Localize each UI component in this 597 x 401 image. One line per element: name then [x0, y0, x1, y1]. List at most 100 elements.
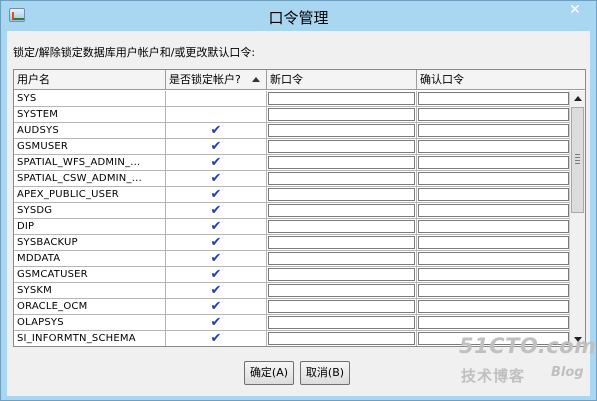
table-row[interactable]: SPATIAL_WFS_ADMIN_... ✔ — [14, 155, 570, 171]
table-row[interactable]: SYSDG ✔ — [14, 203, 570, 219]
table-row[interactable]: MDDATA ✔ — [14, 251, 570, 267]
table-row[interactable]: APEX_PUBLIC_USER ✔ — [14, 187, 570, 203]
confirm-password-field[interactable] — [418, 140, 569, 153]
column-header-locked[interactable]: 是否锁定帐户? — [166, 70, 267, 90]
user-name-cell: ORACLE_OCM — [14, 299, 166, 315]
new-password-field[interactable] — [268, 236, 415, 249]
user-name-cell: SYSKM — [14, 283, 166, 299]
table-row[interactable]: SYSBACKUP ✔ — [14, 235, 570, 251]
new-password-cell — [267, 331, 417, 346]
table-row[interactable]: SYSTEM — [14, 107, 570, 123]
new-password-field[interactable] — [268, 188, 415, 201]
confirm-password-field[interactable] — [418, 172, 569, 185]
new-password-cell — [267, 91, 417, 107]
confirm-password-field[interactable] — [418, 188, 569, 201]
new-password-field[interactable] — [268, 204, 415, 217]
confirm-password-field[interactable] — [418, 300, 569, 313]
lock-account-cell[interactable]: ✔ — [166, 235, 267, 251]
user-password-table: 用户名 是否锁定帐户? 新口令 确认口令 SYS SYSTEM AUDSYS ✔ GSM… — [13, 69, 586, 347]
lock-account-cell[interactable] — [166, 107, 267, 123]
new-password-field[interactable] — [268, 332, 415, 345]
new-password-field[interactable] — [268, 124, 415, 137]
lock-account-cell[interactable]: ✔ — [166, 299, 267, 315]
table-row[interactable]: SYSKM ✔ — [14, 283, 570, 299]
lock-account-cell[interactable]: ✔ — [166, 171, 267, 187]
confirm-password-field[interactable] — [418, 92, 569, 105]
lock-account-cell[interactable] — [166, 91, 267, 107]
confirm-password-field[interactable] — [418, 236, 569, 249]
vertical-scrollbar[interactable] — [569, 91, 585, 346]
new-password-field[interactable] — [268, 268, 415, 281]
new-password-cell — [267, 203, 417, 219]
checkmark-icon: ✔ — [210, 187, 222, 202]
user-name-cell: AUDSYS — [14, 123, 166, 139]
checkmark-icon: ✔ — [210, 251, 222, 266]
user-name-cell: SYSDG — [14, 203, 166, 219]
table-row[interactable]: SPATIAL_CSW_ADMIN_... ✔ — [14, 171, 570, 187]
ok-button[interactable]: 确定(A) — [244, 361, 294, 385]
lock-account-cell[interactable]: ✔ — [166, 267, 267, 283]
table-row[interactable]: AUDSYS ✔ — [14, 123, 570, 139]
new-password-field[interactable] — [268, 300, 415, 313]
scroll-up-button[interactable] — [570, 91, 585, 106]
window-title: 口令管理 — [268, 9, 329, 27]
checkmark-icon: ✔ — [210, 171, 222, 186]
watermark-main: 51CTO.com — [459, 334, 597, 358]
confirm-password-field[interactable] — [418, 156, 569, 169]
new-password-field[interactable] — [268, 92, 415, 105]
lock-account-cell[interactable]: ✔ — [166, 155, 267, 171]
new-password-field[interactable] — [268, 140, 415, 153]
column-header-user[interactable]: 用户名 — [14, 70, 166, 90]
confirm-password-field[interactable] — [418, 108, 569, 121]
user-name-cell: SYS — [14, 91, 166, 107]
confirm-password-cell — [417, 203, 570, 219]
confirm-password-field[interactable] — [418, 220, 569, 233]
new-password-field[interactable] — [268, 156, 415, 169]
new-password-cell — [267, 219, 417, 235]
lock-account-cell[interactable]: ✔ — [166, 123, 267, 139]
checkmark-icon: ✔ — [210, 299, 222, 314]
confirm-password-cell — [417, 107, 570, 123]
lock-account-cell[interactable]: ✔ — [166, 283, 267, 299]
new-password-field[interactable] — [268, 252, 415, 265]
table-row[interactable]: SYS — [14, 91, 570, 107]
close-button[interactable]: ✕ — [560, 1, 590, 21]
lock-account-cell[interactable]: ✔ — [166, 251, 267, 267]
new-password-field[interactable] — [268, 284, 415, 297]
new-password-field[interactable] — [268, 172, 415, 185]
lock-account-cell[interactable]: ✔ — [166, 203, 267, 219]
column-header-new-password[interactable]: 新口令 — [267, 70, 417, 90]
table-row[interactable]: ORACLE_OCM ✔ — [14, 299, 570, 315]
column-header-locked-label: 是否锁定帐户? — [169, 73, 241, 86]
checkmark-icon: ✔ — [210, 315, 222, 330]
new-password-cell — [267, 187, 417, 203]
column-header-confirm-password[interactable]: 确认口令 — [417, 70, 585, 90]
checkmark-icon: ✔ — [210, 123, 222, 138]
lock-account-cell[interactable]: ✔ — [166, 331, 267, 346]
lock-account-cell[interactable]: ✔ — [166, 219, 267, 235]
confirm-password-field[interactable] — [418, 316, 569, 329]
table-body: SYS SYSTEM AUDSYS ✔ GSMUSER ✔ SPATIAL_WFS_ADMI… — [14, 91, 570, 346]
confirm-password-field[interactable] — [418, 268, 569, 281]
cancel-button[interactable]: 取消(B) — [300, 361, 350, 385]
lock-account-cell[interactable]: ✔ — [166, 187, 267, 203]
table-row[interactable]: OLAPSYS ✔ — [14, 315, 570, 331]
lock-account-cell[interactable]: ✔ — [166, 139, 267, 155]
checkmark-icon: ✔ — [210, 203, 222, 218]
table-row[interactable]: GSMCATUSER ✔ — [14, 267, 570, 283]
scroll-thumb[interactable] — [571, 107, 584, 213]
table-row[interactable]: GSMUSER ✔ — [14, 139, 570, 155]
table-row[interactable]: DIP ✔ — [14, 219, 570, 235]
checkmark-icon: ✔ — [210, 267, 222, 282]
new-password-field[interactable] — [268, 220, 415, 233]
confirm-password-field[interactable] — [418, 252, 569, 265]
confirm-password-field[interactable] — [418, 124, 569, 137]
new-password-cell — [267, 251, 417, 267]
confirm-password-field[interactable] — [418, 204, 569, 217]
new-password-field[interactable] — [268, 316, 415, 329]
new-password-field[interactable] — [268, 108, 415, 121]
lock-account-cell[interactable]: ✔ — [166, 315, 267, 331]
title-bar[interactable]: 口令管理 ✕ — [1, 1, 596, 31]
confirm-password-field[interactable] — [418, 284, 569, 297]
confirm-password-cell — [417, 219, 570, 235]
